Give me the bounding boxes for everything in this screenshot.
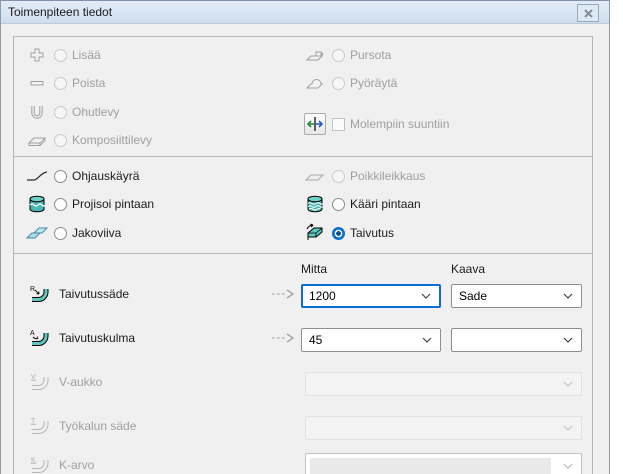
radio-label-kaari-pintaan: Kääri pintaan (350, 197, 421, 211)
option-lisaa: Lisää (26, 44, 101, 66)
form-row-v-aukko: V V-aukko (28, 371, 102, 393)
form-row-taivutuskulma: A Taivutuskulma (28, 327, 135, 349)
column-header-kaava: Kaava (451, 262, 485, 276)
radio-label-ohutlevy: Ohutlevy (72, 105, 119, 119)
guide-curve-icon (26, 165, 48, 187)
close-icon (584, 9, 593, 18)
k-factor-icon: K (28, 454, 50, 474)
radio-ohjauskayra[interactable] (54, 170, 67, 183)
radio-label-pyorayta: Pyöräytä (350, 76, 397, 90)
option-molempiin-suuntiin: Molempiin suuntiin (304, 113, 449, 135)
option-pursota: Pursota (304, 44, 391, 66)
both-directions-icon (304, 113, 326, 135)
radio-pyorayta (332, 77, 345, 90)
option-ohjauskayra: Ohjauskäyrä (26, 165, 139, 187)
form-label-taivutussade: Taivutussäde (59, 287, 129, 301)
radio-poista (54, 77, 67, 90)
radio-label-jakoviiva: Jakoviiva (72, 226, 121, 240)
radio-taivutus[interactable] (332, 227, 345, 240)
form-row-tyokalun-sade: T Työkalun säde (28, 415, 136, 437)
screenshot-root: Toimenpiteen tiedot Lisää Poista (0, 0, 623, 474)
radio-label-pursota: Pursota (350, 48, 391, 62)
radio-label-lisaa: Lisää (72, 48, 101, 62)
kaava-value-taivutussade: Sade (459, 289, 487, 303)
v-opening-icon: V (28, 371, 50, 393)
composite-panel-icon (26, 129, 48, 151)
split-line-icon (26, 222, 48, 244)
chevron-down-icon (421, 293, 431, 299)
radio-label-poikkileikkaus: Poikkileikkaus (350, 169, 425, 183)
minus-icon (26, 72, 48, 94)
k-arvo-edit-field (310, 458, 551, 474)
option-pyorayta: Pyöräytä (304, 72, 397, 94)
radio-label-komposiittilevy: Komposiittilevy (72, 133, 152, 147)
dialog-toimenpiteen-tiedot: Toimenpiteen tiedot Lisää Poista (0, 0, 610, 474)
option-poista: Poista (26, 72, 105, 94)
form-label-taivutuskulma: Taivutuskulma (59, 331, 135, 345)
form-row-k-arvo: K K-arvo (28, 454, 94, 474)
radio-kaari-pintaan[interactable] (332, 198, 345, 211)
option-jakoviiva: Jakoviiva (26, 222, 121, 244)
radio-ohutlevy (54, 106, 67, 119)
bend-angle-icon: A (28, 327, 50, 349)
radio-label-projisoi-pintaan: Projisoi pintaan (72, 197, 154, 211)
svg-text:A: A (30, 330, 35, 337)
radio-label-taivutus: Taivutus (350, 226, 394, 240)
plus-icon (26, 44, 48, 66)
radio-pursota (332, 49, 345, 62)
form-label-tyokalun-sade: Työkalun säde (59, 419, 136, 433)
wrap-to-surface-icon (304, 193, 326, 215)
kaava-combobox-taivutussade[interactable]: Sade (451, 284, 582, 308)
checkbox-molempiin-suuntiin (332, 118, 345, 131)
project-to-surface-icon (26, 193, 48, 215)
radio-projisoi-pintaan[interactable] (54, 198, 67, 211)
chevron-down-icon (563, 381, 573, 387)
option-ohutlevy: Ohutlevy (26, 101, 119, 123)
bend-icon (304, 222, 326, 244)
extrude-icon (304, 44, 326, 66)
form-row-taivutussade: R Taivutussäde (28, 283, 129, 305)
chevron-down-icon (563, 293, 573, 299)
bend-radius-icon: R (28, 283, 50, 305)
chevron-down-icon (422, 337, 432, 343)
radio-poikkileikkaus (332, 170, 345, 183)
combobox-tyokalun-sade (305, 416, 582, 440)
separator-1 (13, 156, 593, 157)
close-button[interactable] (577, 4, 599, 22)
column-header-mitta: Mitta (301, 262, 327, 276)
window-title: Toimenpiteen tiedot (8, 5, 112, 19)
checkbox-label-molempiin-suuntiin: Molempiin suuntiin (350, 117, 449, 131)
separator-2 (13, 253, 593, 254)
kaava-combobox-taivutuskulma[interactable] (451, 328, 582, 352)
option-komposiittilevy: Komposiittilevy (26, 129, 152, 151)
radio-label-poista: Poista (72, 76, 105, 90)
combobox-k-arvo (305, 453, 582, 474)
mitta-value-taivutuskulma: 45 (309, 333, 322, 347)
title-bar[interactable]: Toimenpiteen tiedot (1, 1, 609, 24)
radio-label-ohjauskayra: Ohjauskäyrä (72, 169, 139, 183)
radio-komposiittilevy (54, 134, 67, 147)
option-poikkileikkaus: Poikkileikkaus (304, 165, 425, 187)
option-taivutus: Taivutus (304, 222, 394, 244)
mapping-arrow-taivutussade (271, 288, 295, 300)
radio-jakoviiva[interactable] (54, 227, 67, 240)
cross-section-icon (304, 165, 326, 187)
mitta-value-taivutussade: 1200 (309, 289, 336, 303)
form-label-v-aukko: V-aukko (59, 375, 102, 389)
mitta-combobox-taivutuskulma[interactable]: 45 (301, 328, 441, 352)
tool-radius-icon: T (28, 415, 50, 437)
radio-lisaa (54, 49, 67, 62)
chevron-down-icon (563, 425, 573, 431)
sheet-metal-icon (26, 101, 48, 123)
combobox-v-aukko (305, 372, 582, 396)
mitta-combobox-taivutussade[interactable]: 1200 (301, 284, 441, 308)
revolve-icon (304, 72, 326, 94)
option-projisoi-pintaan: Projisoi pintaan (26, 193, 154, 215)
svg-text:R: R (30, 286, 35, 293)
mapping-arrow-taivutuskulma (271, 332, 295, 344)
chevron-down-icon (563, 463, 573, 469)
chevron-down-icon (563, 337, 573, 343)
form-label-k-arvo: K-arvo (59, 458, 94, 472)
option-kaari-pintaan: Kääri pintaan (304, 193, 421, 215)
